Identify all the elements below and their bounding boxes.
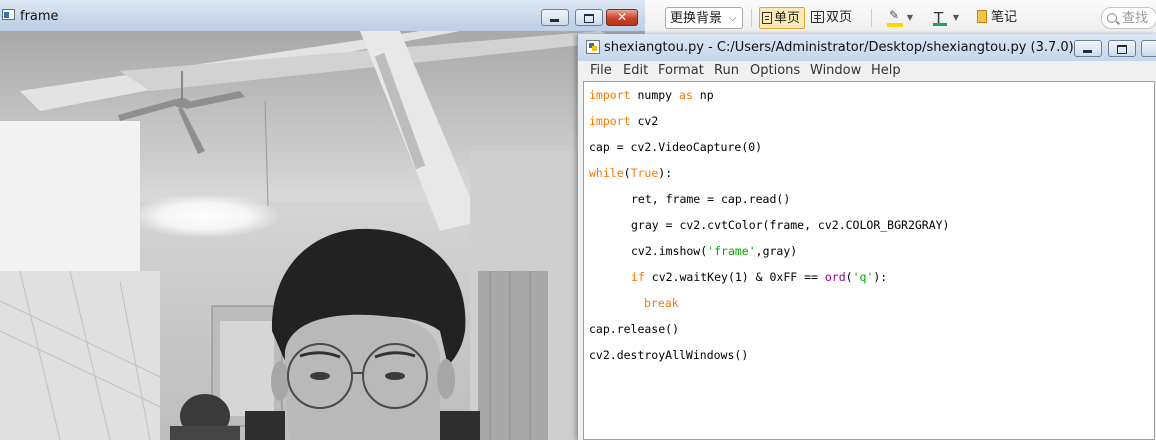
code-token: True <box>630 166 659 180</box>
code-token: as <box>679 88 693 102</box>
code-line: cap = cv2.VideoCapture(0) <box>589 140 762 154</box>
code-line: import numpy as np <box>589 88 714 102</box>
idle-titlebar[interactable]: shexiangtou.py - C:/Users/Administrator/… <box>578 34 1156 62</box>
menu-file[interactable]: File <box>590 63 612 78</box>
menu-edit[interactable]: Edit <box>623 63 648 78</box>
code-token: import <box>589 88 631 102</box>
maximize-icon <box>576 10 602 25</box>
menu-options[interactable]: Options <box>750 63 800 78</box>
code-token: import <box>589 114 631 128</box>
frame-minimize-button[interactable] <box>541 9 569 26</box>
frame-window: frame ✕ <box>0 0 645 440</box>
idle-close-button[interactable] <box>1141 40 1156 57</box>
code-line: while(True): <box>589 166 672 180</box>
code-token: ,gray) <box>755 244 798 258</box>
code-line: import cv2 <box>589 114 658 128</box>
code-line: ret, frame = cap.read() <box>631 192 790 206</box>
code-line: gray = cv2.cvtColor(frame, cv2.COLOR_BGR… <box>631 218 950 232</box>
frame-close-button[interactable]: ✕ <box>606 9 638 26</box>
toolbar-divider <box>871 9 872 27</box>
single-page-label: 单页 <box>774 11 801 26</box>
text-color-swatch <box>933 23 947 26</box>
code-editor[interactable]: import numpy as np import cv2 cap = cv2.… <box>583 81 1155 440</box>
menu-run[interactable]: Run <box>714 63 739 78</box>
code-line: cv2.imshow('frame',gray) <box>631 244 797 258</box>
code-token: break <box>644 296 679 310</box>
menu-format[interactable]: Format <box>658 63 704 78</box>
code-token: 'q' <box>852 270 874 284</box>
code-token: gray = cv2.cvtColor(frame, cv2.COLOR_BGR… <box>631 218 950 232</box>
idle-editor-window: shexiangtou.py - C:/Users/Administrator/… <box>577 34 1156 440</box>
code-token: ord <box>824 270 846 284</box>
code-token: while <box>589 166 624 180</box>
frame-maximize-button[interactable] <box>575 9 603 26</box>
code-token: numpy <box>630 88 680 102</box>
frame-window-title: frame <box>20 9 59 24</box>
change-background-dropdown[interactable]: 更换背景 ⌵ <box>665 7 743 29</box>
code-token: ( <box>623 166 631 180</box>
search-placeholder: 查找 <box>1122 11 1149 26</box>
close-icon <box>1142 41 1156 56</box>
toolbar-divider <box>751 9 752 27</box>
notes-button[interactable]: 笔记 <box>977 7 1027 29</box>
code-token: if <box>631 270 645 284</box>
code-line: break <box>644 296 679 310</box>
idle-menubar: File Edit Format Run Options Window Help <box>578 61 1156 81</box>
code-token: ): <box>658 166 673 180</box>
code-token: cv2.destroyAllWindows() <box>589 348 749 362</box>
close-icon: ✕ <box>616 10 628 24</box>
maximize-icon <box>1109 41 1135 56</box>
highlight-button[interactable]: ✎ ▼ <box>885 7 917 29</box>
menu-help[interactable]: Help <box>871 63 901 78</box>
idle-window-title: shexiangtou.py - C:/Users/Administrator/… <box>604 40 1074 55</box>
search-input[interactable]: 查找 <box>1101 7 1156 29</box>
single-page-button[interactable]: 单页 <box>759 7 805 29</box>
code-line: cap.release() <box>589 322 679 336</box>
code-token: ret, frame = cap.read() <box>631 192 791 206</box>
code-token: cv2.imshow( <box>631 244 708 258</box>
chevron-down-icon: ⌵ <box>729 14 736 24</box>
camera-frame-image <box>0 31 645 440</box>
grayscale-webcam-picture <box>0 31 645 440</box>
code-token: ( <box>845 270 853 284</box>
highlighter-icon: ✎ <box>889 8 900 22</box>
idle-minimize-button[interactable] <box>1074 40 1102 57</box>
single-page-icon <box>762 12 772 24</box>
code-line: cv2.destroyAllWindows() <box>589 348 748 362</box>
chevron-down-icon: ▼ <box>906 13 913 22</box>
python-file-icon <box>586 40 600 54</box>
code-token: cap.release() <box>589 322 680 336</box>
code-token: cv2.waitKey(1) & 0xFF == <box>644 270 825 284</box>
code-line: if cv2.waitKey(1) & 0xFF == ord('q'): <box>631 270 887 284</box>
code-token: np <box>692 88 714 102</box>
double-page-label: 双页 <box>826 10 853 25</box>
double-page-icon <box>811 11 824 23</box>
highlight-color-swatch <box>887 23 903 27</box>
double-page-button[interactable]: 双页 <box>809 7 855 29</box>
note-icon <box>977 10 987 23</box>
notes-label: 笔记 <box>991 10 1018 25</box>
chevron-down-icon: ▼ <box>952 13 959 22</box>
window-app-icon <box>2 9 15 20</box>
menu-window[interactable]: Window <box>810 63 861 78</box>
frame-titlebar[interactable]: frame ✕ <box>0 0 645 32</box>
idle-maximize-button[interactable] <box>1108 40 1136 57</box>
code-token: cap = cv2.VideoCapture(0) <box>589 140 763 154</box>
change-background-label: 更换背景 <box>670 11 723 26</box>
code-token: 'frame' <box>707 244 756 258</box>
code-token: ): <box>873 270 888 284</box>
minimize-icon <box>1075 41 1101 56</box>
reader-toolbar: 更换背景 ⌵ 单页 双页 ✎ ▼ T ▼ 笔记 查找 <box>645 0 1156 37</box>
minimize-icon <box>542 10 568 25</box>
search-icon <box>1107 13 1117 23</box>
code-token: cv2 <box>630 114 659 128</box>
text-color-button[interactable]: T ▼ <box>931 7 963 29</box>
